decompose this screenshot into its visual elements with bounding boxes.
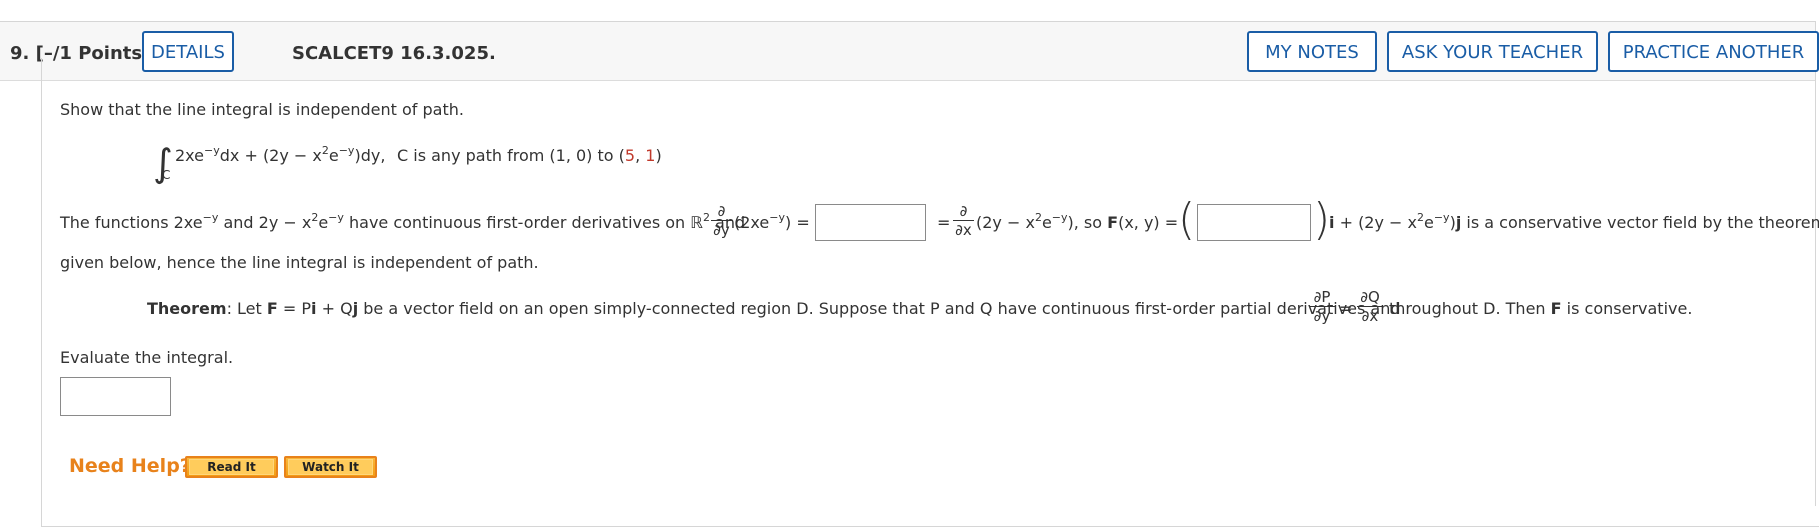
equals-sign: = <box>937 213 951 232</box>
answer-input-P[interactable] <box>1197 204 1311 241</box>
left-paren: ( <box>1178 194 1196 245</box>
theorem-text: Theorem: Let F = Pi + Qj be a vector fie… <box>147 299 1401 318</box>
watch-it-button[interactable]: Watch It <box>284 456 377 478</box>
dQ-dx-fraction: ∂Q ∂x <box>1357 288 1383 325</box>
path-point-x: 5 <box>624 146 636 165</box>
integral-subscript: C <box>162 168 171 182</box>
continuation-text: given below, hence the line integral is … <box>60 253 539 272</box>
evaluate-prompt: Evaluate the integral. <box>60 348 234 367</box>
answer-input-integral[interactable] <box>60 377 171 416</box>
theorem-equals: = <box>1339 299 1353 318</box>
partial-x-fraction: ∂ ∂x <box>953 202 974 239</box>
dP-dy-fraction: ∂P ∂y <box>1309 288 1335 325</box>
partial-y-fraction: ∂ ∂y <box>711 202 732 239</box>
path-description: C is any path from (1, 0) to (5, 1) <box>397 146 662 165</box>
partial-expr-2: (2y − x2e−y), so F(x, y) = <box>976 211 1179 232</box>
vector-field-text: i + (2y − x2e−y)j is a conservative vect… <box>1329 211 1819 232</box>
need-help-label: Need Help? <box>69 455 191 477</box>
partial-expr-1: (2xe−y) = <box>734 211 810 232</box>
functions-text: The functions 2xe−y and 2y − x2e−y have … <box>60 211 746 232</box>
integrand: 2xe−ydx + (2y − x2e−y)dy, <box>175 144 386 165</box>
theorem-conclusion: throughout D. Then F is conservative. <box>1389 299 1693 318</box>
problem-prompt: Show that the line integral is independe… <box>60 100 464 119</box>
read-it-button[interactable]: Read It <box>185 456 278 478</box>
right-paren: ) <box>1313 194 1331 245</box>
answer-input-partial-y[interactable] <box>815 204 926 241</box>
path-point-y: 1 <box>645 146 656 165</box>
